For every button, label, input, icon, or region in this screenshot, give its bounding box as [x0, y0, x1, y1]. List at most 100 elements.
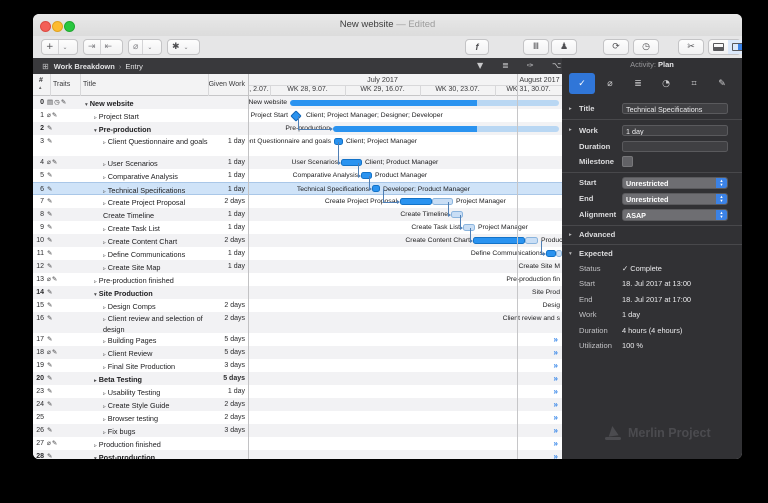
row-title[interactable]: ▹ Comparative Analysis [81, 169, 211, 183]
filter-icon[interactable]: ▼ [477, 61, 483, 71]
gantt-row[interactable]: Create Project Proposal Project Manager [248, 195, 562, 208]
gantt-row[interactable]: User Scenarios Client; Product Manager [248, 156, 562, 169]
row-title[interactable]: ▹ Create Task List [81, 221, 211, 235]
settings-tab[interactable]: ⌗ [681, 73, 707, 94]
week-header[interactable]: , 2.07. [248, 86, 270, 93]
time-tab[interactable]: ◔ [653, 73, 679, 94]
row-given-work[interactable]: 1 day [209, 260, 245, 273]
column-header-title[interactable]: Title [83, 81, 96, 88]
row-given-work[interactable]: 1 day [209, 385, 245, 398]
row-given-work[interactable]: 5 days [209, 333, 245, 346]
activity-row-20[interactable]: 20 ✎ ▸ Beta Testing 5 days » [33, 372, 562, 385]
row-given-work[interactable]: 1 day [209, 156, 245, 169]
sync-button[interactable]: ⟳ [603, 39, 629, 55]
indent-outdent-buttons[interactable]: ⇥ ⇤ [83, 39, 123, 55]
activity-row-0[interactable]: 0 ▤ ◷ ✎ ▾ New website New website [33, 96, 562, 109]
activity-row-8[interactable]: 8 ✎ Create Timeline 1 day Create Timeline [33, 208, 562, 221]
month-header[interactable]: August 2017 [517, 75, 562, 84]
disclosure-open-icon[interactable]: ▹ [103, 162, 106, 168]
disclosure-open-icon[interactable]: ▹ [103, 140, 106, 146]
row-title[interactable]: ▹ Production finished [81, 437, 211, 451]
row-given-work[interactable]: 2 days [209, 312, 245, 325]
offscreen-bar-indicator[interactable]: » [554, 398, 558, 411]
row-title[interactable]: ▹ Browser testing [81, 411, 211, 425]
row-given-work[interactable]: 2 days [209, 195, 245, 208]
disclosure-open-icon[interactable]: ▹ [94, 115, 97, 121]
row-title[interactable]: ▸ Beta Testing [81, 372, 211, 386]
row-title[interactable]: ▹ Create Site Map [81, 260, 211, 274]
time-phases-button[interactable]: ◷ [633, 39, 659, 55]
paperclip-icon[interactable]: ⌀ [47, 273, 51, 286]
disclosure-open-icon[interactable]: ▾ [94, 292, 97, 298]
start-select[interactable]: Unrestricted ▲ ▼ [622, 176, 728, 189]
milestone-checkbox[interactable] [622, 156, 633, 168]
summary-bar[interactable] [290, 99, 477, 106]
breadcrumb-view[interactable]: Work Breakdown [54, 62, 115, 71]
disclosure-open-icon[interactable]: ▹ [103, 201, 106, 207]
activity-row-15[interactable]: 15 ✎ ▹ Design Comps 2 days Desig [33, 299, 562, 312]
row-given-work[interactable]: 1 day [209, 135, 245, 148]
gantt-row[interactable]: Technical Specifications Developer; Produ… [248, 183, 562, 194]
disclosure-open-icon[interactable]: ▹ [103, 227, 106, 233]
paperclip-icon[interactable]: ⌀ [47, 156, 51, 169]
pencil-icon[interactable]: ✎ [47, 169, 52, 182]
activity-row-10[interactable]: 10 ✎ ▹ Create Content Chart 2 days Create Con… [33, 234, 562, 247]
work-input[interactable]: 1 day [622, 124, 728, 136]
gantt-row[interactable]: » [248, 424, 562, 437]
disclosure-closed-icon[interactable]: ▸ [569, 232, 572, 238]
gantt-row[interactable]: Comparative Analysis Product Manager [248, 169, 562, 182]
pencil-icon[interactable]: ✎ [52, 273, 57, 286]
attachment-button[interactable]: ⌀ ⌄ [128, 39, 162, 55]
pencil-icon[interactable]: ✎ [47, 195, 52, 208]
gantt-row[interactable]: » [248, 333, 562, 346]
pencil-icon[interactable]: ✎ [47, 221, 52, 234]
tools-icon[interactable]: ⌥ [552, 61, 561, 71]
pencil-icon[interactable]: ✎ [47, 359, 52, 372]
row-given-work[interactable]: 1 day [209, 208, 245, 221]
gantt-row[interactable]: » [248, 359, 562, 372]
disclosure-open-icon[interactable]: ▹ [103, 305, 106, 311]
row-title[interactable]: Create Timeline [81, 208, 211, 220]
offscreen-bar-indicator[interactable]: » [554, 346, 558, 359]
activity-row-24[interactable]: 24 ✎ ▹ Create Style Guide 2 days » [33, 398, 562, 411]
info-tab[interactable]: ✓ [569, 73, 595, 94]
pencil-icon[interactable]: ✎ [47, 299, 52, 312]
pencil-icon[interactable]: ✎ [47, 208, 52, 221]
actions-button[interactable]: ✱ ⌄ [167, 39, 200, 55]
task-bar-planned[interactable] [432, 198, 453, 205]
gantt-row[interactable]: Project Start Client; Project Manager; De… [248, 109, 562, 122]
gantt-row[interactable]: Pre-production [248, 122, 562, 135]
offscreen-bar-indicator[interactable]: » [554, 385, 558, 398]
disclosure-open-icon[interactable]: ▹ [103, 430, 106, 436]
disclosure-open-icon[interactable]: ▹ [103, 417, 106, 423]
row-title[interactable]: ▹ Building Pages [81, 333, 211, 347]
task-bar-planned[interactable] [451, 211, 463, 218]
duration-input[interactable] [622, 140, 728, 152]
activity-row-3[interactable]: 3✎▹Client Questionnaire and goals1 dayCl… [33, 135, 562, 156]
gantt-row[interactable]: Client Questionnaire and goals Client; Pr… [248, 135, 562, 156]
activity-row-2[interactable]: 2 ✎ ▾ Pre-production Pre-production [33, 122, 562, 135]
disclosure-open-icon[interactable]: ▹ [103, 391, 106, 397]
gantt-row[interactable]: » [248, 398, 562, 411]
finance-tab[interactable]: ≣ [625, 73, 651, 94]
gantt-row[interactable]: » [248, 450, 562, 459]
pencil-icon[interactable]: ✎ [47, 312, 52, 325]
activity-row-19[interactable]: 19 ✎ ▹ Final Site Production 3 days » [33, 359, 562, 372]
document-icon[interactable]: ▤ [47, 96, 53, 109]
week-header[interactable]: WK 28, 9.07. [270, 86, 345, 93]
activity-row-4[interactable]: 4 ⌀ ✎ ▹ User Scenarios 1 day User Scenarios Cli… [33, 156, 562, 169]
stepper-arrows-icon[interactable]: ▲ ▼ [716, 209, 727, 220]
view-toggle-buttons[interactable] [708, 39, 742, 55]
row-title[interactable]: ▹ Client Review [81, 346, 211, 360]
pencil-icon[interactable]: ✎ [47, 333, 52, 346]
row-title[interactable]: ▹ User Scenarios [81, 156, 211, 170]
disclosure-open-icon[interactable]: ▹ [94, 279, 97, 285]
pencil-icon[interactable]: ✎ [52, 156, 57, 169]
task-bar-complete[interactable] [341, 159, 362, 166]
row-title[interactable]: ▹ Usability Testing [81, 385, 211, 399]
pencil-icon[interactable]: ✎ [47, 135, 52, 148]
gantt-row[interactable]: New website [248, 96, 562, 109]
activity-row-12[interactable]: 12 ✎ ▹ Create Site Map 1 day Create Site M [33, 260, 562, 273]
disclosure-closed-icon[interactable]: ▸ [569, 106, 572, 112]
task-bar-complete[interactable] [546, 250, 556, 257]
